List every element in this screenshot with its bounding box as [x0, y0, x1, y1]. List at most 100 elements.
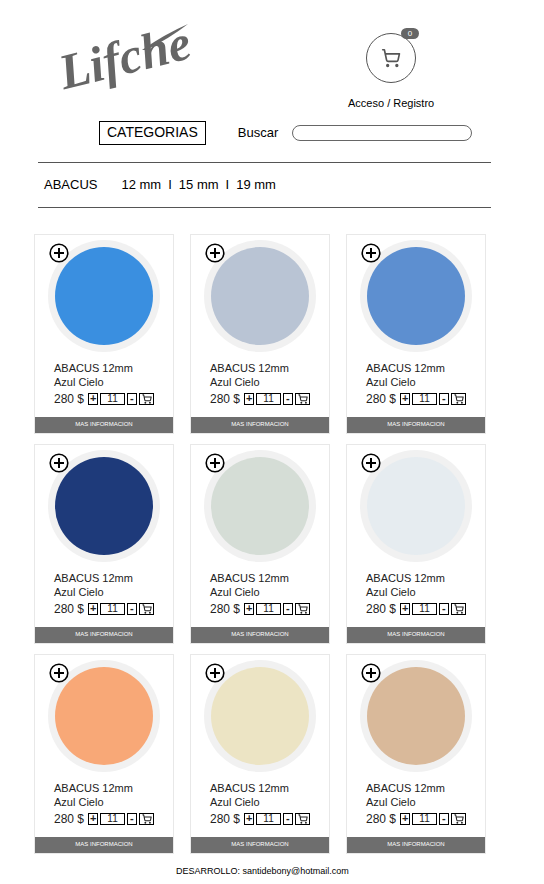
plus-button[interactable]: + — [88, 813, 98, 825]
add-to-cart-button[interactable] — [139, 603, 154, 615]
product-price: 280 $ — [210, 392, 240, 406]
product-color: Azul Cielo — [54, 375, 154, 389]
cart-icon — [142, 604, 152, 614]
minus-button[interactable]: - — [127, 393, 137, 405]
cart-button[interactable]: 0 — [366, 33, 416, 83]
breadcrumb-bar: ABACUS12 mmI15 mmI19 mm — [38, 162, 491, 208]
cart-icon — [454, 394, 464, 404]
product-card: ABACUS 12mmAzul Cielo 280 $ +11- MAS INFORM… — [190, 234, 330, 434]
size-link[interactable]: 15 mm — [179, 175, 219, 195]
product-price: 280 $ — [210, 602, 240, 616]
quantity-field[interactable]: 11 — [100, 603, 125, 615]
plus-button[interactable]: + — [400, 813, 410, 825]
more-info-button[interactable]: MAS INFORMACION — [191, 627, 329, 643]
add-circle-icon[interactable] — [361, 453, 381, 473]
add-to-cart-button[interactable] — [451, 603, 466, 615]
more-info-button[interactable]: MAS INFORMACION — [35, 837, 173, 853]
product-name: ABACUS 12mm — [210, 361, 310, 375]
product-card: ABACUS 12mmAzul Cielo280 $+11-MAS INFORM… — [34, 444, 174, 644]
plus-button[interactable]: + — [244, 393, 254, 405]
add-to-cart-button[interactable] — [451, 813, 466, 825]
minus-button[interactable]: - — [439, 603, 449, 615]
quantity-field[interactable]: 11 — [256, 393, 281, 405]
product-image[interactable] — [35, 655, 173, 777]
quantity-field[interactable]: 11 — [256, 603, 281, 615]
product-name: ABACUS 12mm — [366, 361, 466, 375]
product-color: Azul Cielo — [210, 795, 310, 809]
product-grid: ABACUS 12mmAzul Cielo280 $+11-MAS INFORM… — [34, 234, 486, 854]
product-color: Azul Cielo — [366, 585, 466, 599]
plus-button[interactable]: + — [88, 603, 98, 615]
product-name: ABACUS 12mm — [54, 361, 154, 375]
add-circle-icon[interactable] — [49, 663, 69, 683]
more-info-button[interactable]: MAS INFORMACION — [35, 417, 173, 433]
product-image[interactable] — [191, 445, 329, 567]
add-circle-icon[interactable] — [49, 453, 69, 473]
add-to-cart-button[interactable] — [295, 813, 310, 825]
product-price: 280 $ — [366, 602, 396, 616]
add-circle-icon[interactable] — [361, 663, 381, 683]
quantity-field[interactable]: 11 — [100, 813, 125, 825]
plus-button[interactable]: + — [88, 393, 98, 405]
product-image[interactable] — [191, 655, 329, 777]
login-link[interactable]: Acceso / Registro — [348, 95, 434, 112]
quantity-field[interactable]: 11 — [412, 603, 437, 615]
page: Lifche0Acceso / RegistroCATEGORIASBuscar… — [0, 0, 544, 884]
product-card: ABACUS 12mmAzul Cielo280 $+11-MAS INFORM… — [190, 444, 330, 644]
add-to-cart-button[interactable] — [139, 813, 154, 825]
add-circle-icon[interactable] — [49, 243, 69, 263]
minus-button[interactable]: - — [439, 393, 449, 405]
product-image[interactable] — [191, 235, 329, 357]
plus-button[interactable]: + — [400, 393, 410, 405]
minus-button[interactable]: - — [439, 813, 449, 825]
more-info-button[interactable]: MAS INFORMACION — [347, 837, 485, 853]
cart-badge: 0 — [401, 28, 419, 39]
plus-button[interactable]: + — [244, 813, 254, 825]
add-circle-icon[interactable] — [205, 663, 225, 683]
categories-button[interactable]: CATEGORIAS — [99, 121, 206, 145]
quantity-field[interactable]: 11 — [100, 393, 125, 405]
quantity-field[interactable]: 11 — [412, 813, 437, 825]
add-to-cart-button[interactable] — [139, 393, 154, 405]
minus-button[interactable]: - — [127, 813, 137, 825]
more-info-button[interactable]: MAS INFORMACION — [191, 417, 329, 433]
logo[interactable]: Lifche — [0, 18, 300, 110]
more-info-button[interactable]: MAS INFORMACION — [347, 417, 485, 433]
size-link[interactable]: 12 mm — [121, 175, 161, 195]
add-circle-icon[interactable] — [205, 453, 225, 473]
product-price: 280 $ — [54, 812, 84, 826]
minus-button[interactable]: - — [127, 603, 137, 615]
minus-button[interactable]: - — [283, 813, 293, 825]
plus-button[interactable]: + — [400, 603, 410, 615]
quantity-field[interactable]: 11 — [256, 813, 281, 825]
product-image[interactable] — [347, 235, 485, 357]
size-link[interactable]: 19 mm — [236, 175, 276, 195]
more-info-button[interactable]: MAS INFORMACION — [191, 837, 329, 853]
product-card: ABACUS 12mmAzul Cielo280 $+11-MAS INFORM… — [34, 234, 174, 434]
more-info-button[interactable]: MAS INFORMACION — [347, 627, 485, 643]
product-card: ABACUS 12mmAzul Cielo280 $+11-MAS INFORM… — [346, 234, 486, 434]
product-color: Azul Cielo — [210, 375, 310, 389]
product-image[interactable] — [347, 655, 485, 777]
minus-button[interactable]: - — [283, 603, 293, 615]
more-info-button[interactable]: MAS INFORMACION — [35, 627, 173, 643]
quantity-field[interactable]: 11 — [412, 393, 437, 405]
add-to-cart-button[interactable] — [295, 603, 310, 615]
breadcrumb-title[interactable]: ABACUS — [44, 175, 97, 195]
minus-button[interactable]: - — [283, 393, 293, 405]
product-image[interactable] — [347, 445, 485, 567]
search-field[interactable] — [292, 125, 472, 141]
add-to-cart-button[interactable] — [451, 393, 466, 405]
product-color: Azul Cielo — [210, 585, 310, 599]
cart-icon — [142, 814, 152, 824]
add-to-cart-button[interactable] — [295, 393, 310, 405]
product-card: ABACUS 12mmAzul Cielo280 $+11-MAS INFORM… — [346, 444, 486, 644]
product-image[interactable] — [35, 445, 173, 567]
cart-icon — [454, 604, 464, 614]
add-circle-icon[interactable] — [361, 243, 381, 263]
add-circle-icon[interactable] — [205, 243, 225, 263]
product-color: Azul Cielo — [366, 795, 466, 809]
cart-icon — [454, 814, 464, 824]
plus-button[interactable]: + — [244, 603, 254, 615]
product-image[interactable] — [35, 235, 173, 357]
